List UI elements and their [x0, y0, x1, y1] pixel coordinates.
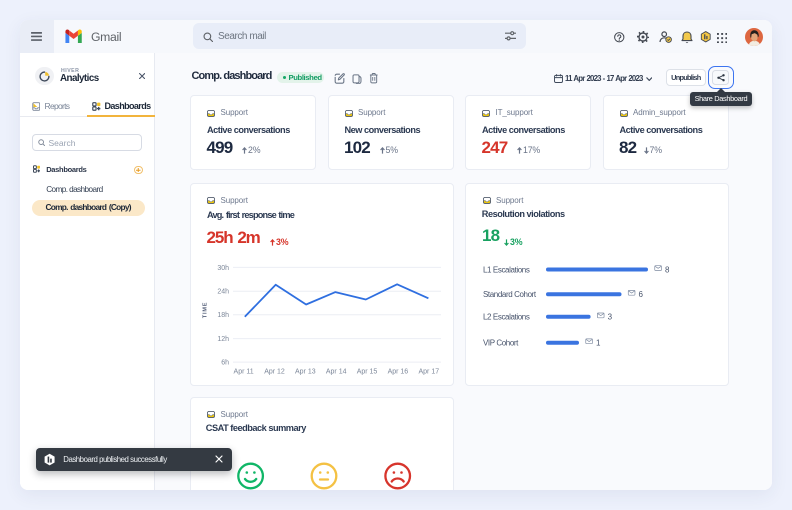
svg-text:Apr 14: Apr 14 [326, 369, 347, 376]
svg-text:Apr 12: Apr 12 [264, 369, 285, 376]
svg-text:12h: 12h [217, 336, 229, 343]
svg-text:18h: 18h [217, 312, 229, 319]
svg-text:L2 Escalations: L2 Escalations [483, 313, 530, 322]
svg-text:24h: 24h [217, 289, 229, 296]
svg-text:Apr 15: Apr 15 [357, 369, 378, 376]
svg-text:6: 6 [639, 290, 644, 299]
svg-text:30h: 30h [217, 265, 229, 272]
svg-text:VIP Cohort: VIP Cohort [483, 339, 519, 348]
svg-text:L1 Escalations: L1 Escalations [483, 265, 530, 274]
svg-text:1: 1 [596, 339, 601, 348]
svg-text:8: 8 [665, 265, 670, 274]
svg-text:Apr 16: Apr 16 [388, 369, 409, 376]
svg-text:3: 3 [608, 313, 613, 322]
svg-text:Standard Cohort: Standard Cohort [483, 290, 537, 299]
svg-text:Apr 17: Apr 17 [418, 369, 439, 376]
svg-text:6h: 6h [221, 360, 229, 367]
svg-text:Apr 11: Apr 11 [234, 369, 254, 376]
svg-text:TIME: TIME [203, 302, 209, 318]
svg-text:Apr 13: Apr 13 [295, 369, 316, 376]
